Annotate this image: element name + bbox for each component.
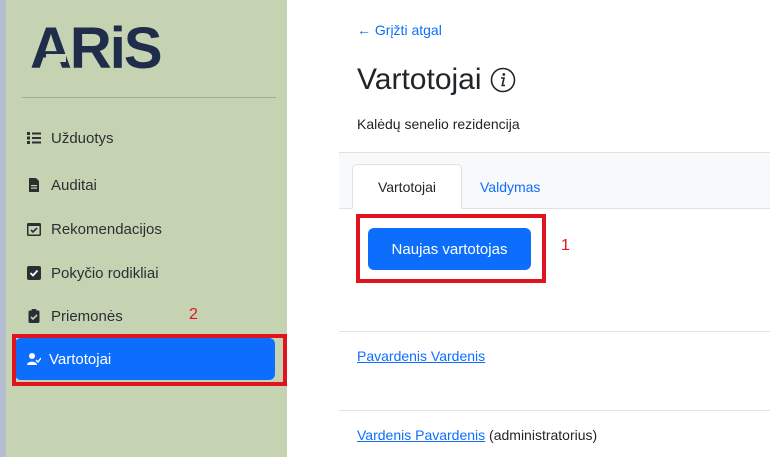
page-title-text: Vartotojai xyxy=(357,63,482,96)
sidebar-item-label: Rekomendacijos xyxy=(51,220,162,238)
user-link[interactable]: Pavardenis Vardenis xyxy=(357,348,485,364)
sidebar-item-label: Priemonės xyxy=(51,307,123,325)
file-icon xyxy=(27,178,41,192)
logo-divider xyxy=(22,97,276,98)
info-icon[interactable] xyxy=(490,67,516,93)
clipboard-check-icon xyxy=(27,309,41,323)
annotation-marker-2: 2 xyxy=(189,306,198,323)
row-divider xyxy=(339,331,770,332)
tab-vartotojai[interactable]: Vartotojai xyxy=(352,164,462,209)
row-divider xyxy=(339,410,770,411)
annotation-box-2 xyxy=(12,334,287,386)
page-title: Vartotojai xyxy=(357,63,516,97)
sidebar-item-auditai[interactable]: Auditai xyxy=(27,170,97,200)
sidebar-item-label: Užduotys xyxy=(51,129,114,147)
list-icon xyxy=(27,131,41,145)
sidebar-item-priemones[interactable]: Priemonės xyxy=(27,301,123,331)
tab-valdymas[interactable]: Valdymas xyxy=(470,164,550,209)
sidebar-item-label: Pokyčio rodikliai xyxy=(51,264,159,282)
sidebar-edge xyxy=(0,0,6,457)
list-item: Vardenis Pavardenis (administratorius) xyxy=(357,427,597,443)
checkbox-icon xyxy=(27,266,41,280)
calendar-check-icon xyxy=(27,222,41,236)
user-role: (administratorius) xyxy=(489,427,598,443)
annotation-marker-1: 1 xyxy=(561,237,570,254)
sidebar-item-uzduotys[interactable]: Užduotys xyxy=(27,123,114,153)
annotation-box-1 xyxy=(356,214,546,283)
sidebar-item-label: Auditai xyxy=(51,176,97,194)
user-link[interactable]: Vardenis Pavardenis xyxy=(357,427,485,443)
page-subtitle: Kalėdų senelio rezidencija xyxy=(357,116,520,132)
sidebar-item-pokycio-rodikliai[interactable]: Pokyčio rodikliai xyxy=(27,258,159,288)
back-link[interactable]: ← Grįžti atgal xyxy=(357,22,442,38)
aris-logo[interactable]: ARiS xyxy=(30,16,190,78)
sidebar-item-rekomendacijos[interactable]: Rekomendacijos xyxy=(27,214,162,244)
list-item: Pavardenis Vardenis xyxy=(357,348,485,364)
svg-text:ARiS: ARiS xyxy=(30,16,161,78)
